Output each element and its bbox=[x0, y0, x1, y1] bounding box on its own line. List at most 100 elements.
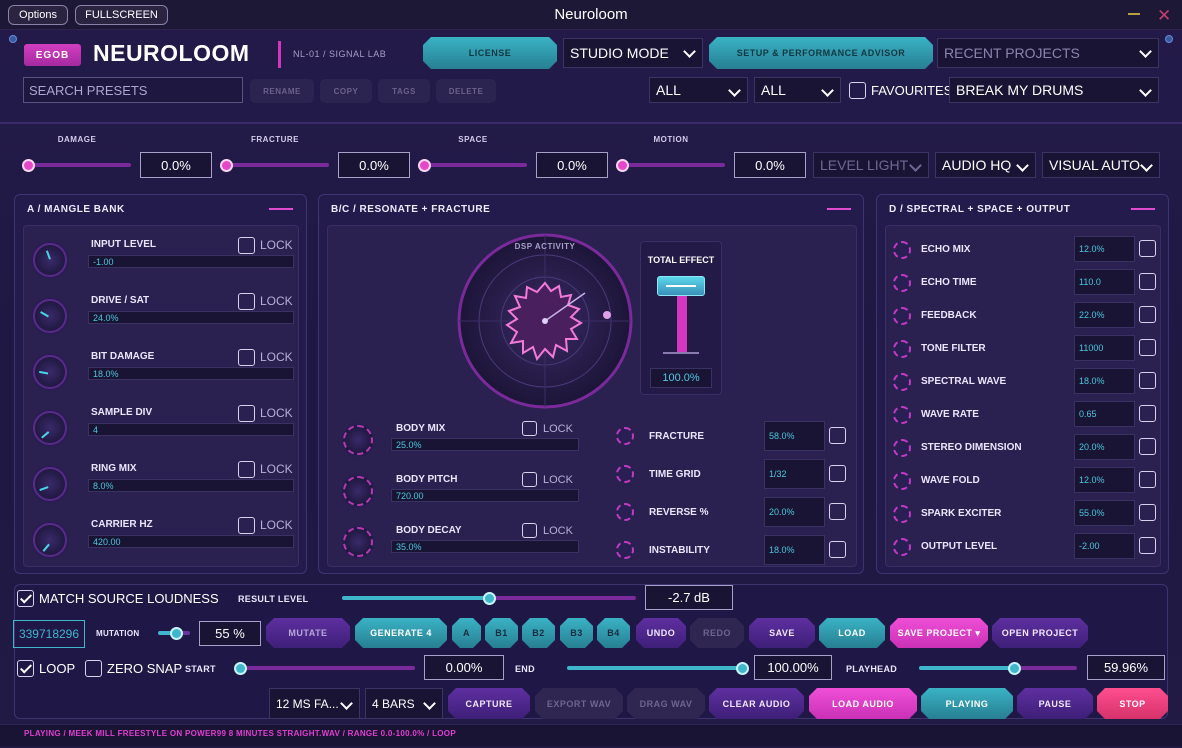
knob-icon[interactable] bbox=[893, 307, 911, 325]
knob-icon[interactable] bbox=[33, 243, 67, 277]
open-project-button[interactable]: OPEN PROJECT bbox=[992, 618, 1088, 648]
copy-button[interactable]: COPY bbox=[320, 79, 372, 103]
redo-button[interactable]: REDO bbox=[690, 618, 744, 648]
knob-icon[interactable] bbox=[343, 476, 373, 506]
fx-checkbox[interactable] bbox=[829, 427, 846, 444]
generate-button[interactable]: GENERATE 4 bbox=[355, 618, 447, 648]
param-checkbox[interactable] bbox=[1139, 306, 1156, 323]
knob-icon[interactable] bbox=[893, 274, 911, 292]
param-value[interactable]: 110.0 bbox=[1074, 269, 1135, 295]
param-value[interactable]: 12.0% bbox=[1074, 236, 1135, 262]
knob-icon[interactable] bbox=[33, 523, 67, 557]
minimize-icon[interactable] bbox=[1128, 13, 1140, 15]
favourites-checkbox[interactable] bbox=[849, 82, 866, 99]
fx-param-value[interactable]: 18.0% bbox=[764, 535, 825, 565]
bars-select[interactable]: 4 BARS bbox=[365, 688, 443, 719]
start-slider[interactable] bbox=[239, 666, 415, 670]
audio-quality-select[interactable]: AUDIO HQ bbox=[935, 152, 1036, 178]
knob-icon[interactable] bbox=[893, 373, 911, 391]
body-param-value[interactable]: 720.00 bbox=[391, 489, 579, 502]
param-value[interactable]: -1.00 bbox=[88, 255, 294, 268]
param-value[interactable]: 11000 bbox=[1074, 335, 1135, 361]
lock-checkbox[interactable] bbox=[238, 293, 255, 310]
clear-audio-button[interactable]: CLEAR AUDIO bbox=[709, 688, 804, 719]
param-value[interactable]: 4 bbox=[88, 423, 294, 436]
knob-icon[interactable] bbox=[33, 299, 67, 333]
load-audio-button[interactable]: LOAD AUDIO bbox=[809, 688, 917, 719]
param-checkbox[interactable] bbox=[1139, 405, 1156, 422]
knob-icon[interactable] bbox=[616, 465, 634, 483]
fx-param-value[interactable]: 58.0% bbox=[764, 421, 825, 451]
knob-icon[interactable] bbox=[893, 406, 911, 424]
mode-select[interactable]: STUDIO MODE bbox=[563, 38, 703, 68]
end-slider[interactable] bbox=[567, 666, 743, 670]
param-checkbox[interactable] bbox=[1139, 273, 1156, 290]
param-checkbox[interactable] bbox=[1139, 339, 1156, 356]
lock-checkbox[interactable] bbox=[238, 517, 255, 534]
collapse-icon[interactable] bbox=[1131, 208, 1155, 210]
macro-thumb[interactable] bbox=[418, 159, 431, 172]
param-checkbox[interactable] bbox=[1139, 537, 1156, 554]
lock-checkbox[interactable] bbox=[522, 421, 537, 436]
save-project-button[interactable]: SAVE PROJECT ▾ bbox=[890, 618, 988, 648]
macro-slider[interactable] bbox=[26, 163, 131, 167]
macro-slider[interactable] bbox=[422, 163, 527, 167]
drag-wav-button[interactable]: DRAG WAV bbox=[627, 688, 705, 719]
knob-icon[interactable] bbox=[893, 505, 911, 523]
recent-projects-select[interactable]: RECENT PROJECTS bbox=[937, 38, 1159, 68]
playhead-thumb[interactable] bbox=[1007, 662, 1021, 675]
fx-checkbox[interactable] bbox=[829, 541, 846, 558]
level-select[interactable]: LEVEL LIGHT bbox=[813, 152, 929, 178]
param-checkbox[interactable] bbox=[1139, 438, 1156, 455]
result-level-thumb[interactable] bbox=[483, 592, 496, 605]
seed-field[interactable]: 339718296 bbox=[13, 620, 85, 648]
knob-icon[interactable] bbox=[893, 538, 911, 556]
knob-icon[interactable] bbox=[893, 241, 911, 259]
total-effect-fader-track[interactable] bbox=[677, 292, 687, 352]
load-button[interactable]: LOAD bbox=[819, 618, 885, 648]
license-button[interactable]: LICENSE bbox=[423, 37, 557, 69]
knob-icon[interactable] bbox=[33, 467, 67, 501]
collapse-icon[interactable] bbox=[269, 208, 293, 210]
slot-button[interactable]: B4 bbox=[597, 618, 630, 648]
lock-checkbox[interactable] bbox=[238, 349, 255, 366]
macro-thumb[interactable] bbox=[616, 159, 629, 172]
stop-button[interactable]: STOP bbox=[1097, 688, 1168, 719]
tags-button[interactable]: TAGS bbox=[378, 79, 430, 103]
total-effect-fader-thumb[interactable] bbox=[657, 276, 705, 296]
filter-select-2[interactable]: ALL bbox=[754, 77, 841, 103]
knob-icon[interactable] bbox=[33, 411, 67, 445]
param-checkbox[interactable] bbox=[1139, 372, 1156, 389]
param-checkbox[interactable] bbox=[1139, 471, 1156, 488]
knob-icon[interactable] bbox=[616, 427, 634, 445]
slot-button[interactable]: A bbox=[452, 618, 481, 648]
match-loudness-checkbox[interactable] bbox=[17, 590, 34, 607]
capture-button[interactable]: CAPTURE bbox=[448, 688, 530, 719]
param-value[interactable]: -2.00 bbox=[1074, 533, 1135, 559]
macro-slider[interactable] bbox=[224, 163, 329, 167]
undo-button[interactable]: UNDO bbox=[636, 618, 686, 648]
param-value[interactable]: 55.0% bbox=[1074, 500, 1135, 526]
param-checkbox[interactable] bbox=[1139, 240, 1156, 257]
start-thumb[interactable] bbox=[234, 662, 247, 675]
slot-button[interactable]: B1 bbox=[485, 618, 518, 648]
knob-icon[interactable] bbox=[616, 503, 634, 521]
fx-param-value[interactable]: 20.0% bbox=[764, 497, 825, 527]
param-value[interactable]: 12.0% bbox=[1074, 467, 1135, 493]
knob-icon[interactable] bbox=[33, 355, 67, 389]
export-wav-button[interactable]: EXPORT WAV bbox=[535, 688, 623, 719]
lock-checkbox[interactable] bbox=[522, 523, 537, 538]
advisor-button[interactable]: SETUP & PERFORMANCE ADVISOR bbox=[709, 37, 933, 69]
mutation-thumb[interactable] bbox=[169, 627, 183, 640]
knob-icon[interactable] bbox=[343, 527, 373, 557]
fx-param-value[interactable]: 1/32 bbox=[764, 459, 825, 489]
fx-checkbox[interactable] bbox=[829, 503, 846, 520]
knob-icon[interactable] bbox=[893, 439, 911, 457]
lock-checkbox[interactable] bbox=[238, 461, 255, 478]
search-input[interactable]: SEARCH PRESETS bbox=[23, 77, 243, 103]
save-button[interactable]: SAVE bbox=[749, 618, 815, 648]
zero-snap-checkbox[interactable] bbox=[85, 660, 102, 677]
param-value[interactable]: 24.0% bbox=[88, 311, 294, 324]
slot-button[interactable]: B3 bbox=[560, 618, 593, 648]
delete-button[interactable]: DELETE bbox=[436, 79, 496, 103]
